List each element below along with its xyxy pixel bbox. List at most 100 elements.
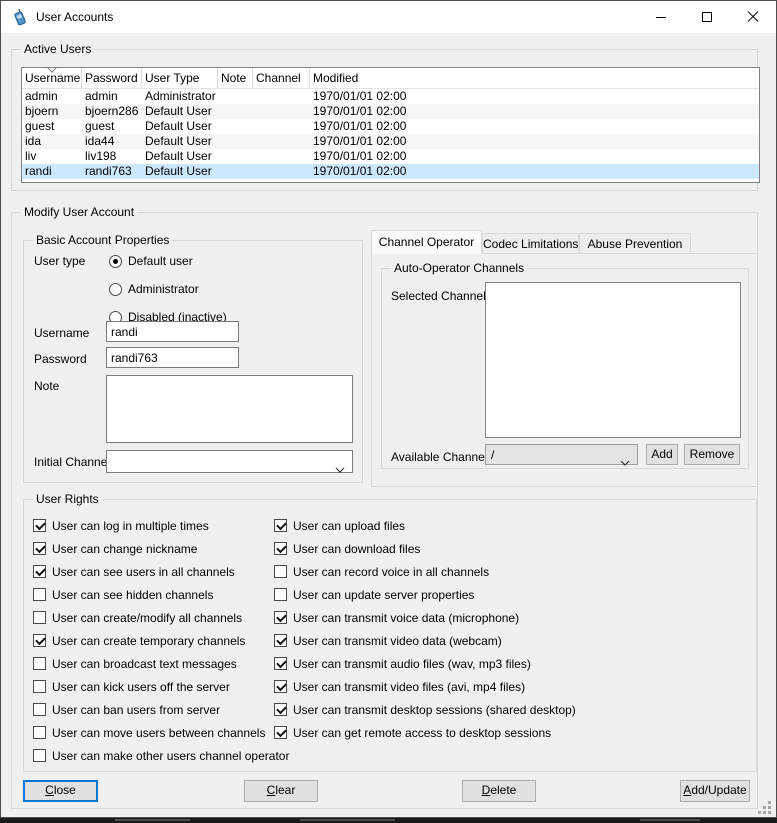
password-input[interactable] (106, 347, 239, 368)
checkbox-record-voice[interactable]: User can record voice in all channels (274, 564, 489, 579)
column-header-note[interactable]: Note (218, 68, 253, 88)
background-window-strip (0, 818, 777, 823)
checkbox-ban-users[interactable]: User can ban users from server (33, 702, 220, 717)
checkbox-icon (274, 542, 287, 555)
remove-button[interactable]: Remove (684, 444, 740, 465)
radio-label: Administrator (128, 282, 199, 296)
close-button[interactable]: Close (23, 780, 98, 802)
active-users-table[interactable]: Username Password User Type Note Channel… (21, 67, 760, 183)
checkbox-icon (274, 703, 287, 716)
checkbox-login-multiple-times[interactable]: User can log in multiple times (33, 518, 209, 533)
checkbox-make-channel-operator[interactable]: User can make other users channel operat… (33, 748, 289, 763)
cell-user-type: Default User (142, 119, 218, 134)
initial-channel-combobox[interactable] (106, 450, 353, 473)
table-row[interactable]: bjoern bjoern286 Default User 1970/01/01… (22, 104, 759, 119)
resize-grip[interactable] (758, 801, 772, 815)
radio-icon (109, 283, 122, 296)
cell-channel (253, 104, 310, 119)
cell-modified: 1970/01/01 02:00 (310, 134, 759, 149)
checkbox-icon (274, 588, 287, 601)
note-input[interactable] (106, 375, 353, 443)
column-header-password[interactable]: Password (82, 68, 142, 88)
titlebar[interactable]: User Accounts (1, 1, 776, 33)
checkbox-download-files[interactable]: User can download files (274, 541, 420, 556)
column-header-modified[interactable]: Modified (310, 68, 759, 88)
checkbox-transmit-desktop-sessions[interactable]: User can transmit desktop sessions (shar… (274, 702, 576, 717)
checkbox-label: User can ban users from server (52, 703, 220, 717)
clear-button-label: lear (275, 783, 295, 797)
checkbox-label: User can make other users channel operat… (52, 749, 289, 763)
checkbox-update-server-properties[interactable]: User can update server properties (274, 587, 474, 602)
checkbox-broadcast-text-messages[interactable]: User can broadcast text messages (33, 656, 237, 671)
checkbox-transmit-video-files[interactable]: User can transmit video files (avi, mp4 … (274, 679, 525, 694)
checkbox-move-users[interactable]: User can move users between channels (33, 725, 265, 740)
table-row[interactable]: liv liv198 Default User 1970/01/01 02:00 (22, 149, 759, 164)
clear-button[interactable]: Clear (244, 780, 318, 802)
tab-codec-limitations[interactable]: Codec Limitations (482, 233, 579, 254)
radio-administrator[interactable]: Administrator (109, 282, 199, 296)
checkbox-transmit-voice[interactable]: User can transmit voice data (microphone… (274, 610, 519, 625)
tab-abuse-prevention[interactable]: Abuse Prevention (579, 233, 691, 254)
checkbox-transmit-video-data[interactable]: User can transmit video data (webcam) (274, 633, 502, 648)
column-header-user-type[interactable]: User Type (142, 68, 218, 88)
cell-channel (253, 134, 310, 149)
add-button[interactable]: Add (646, 444, 678, 465)
checkbox-icon (33, 542, 46, 555)
checkbox-label: User can create/modify all channels (52, 611, 242, 625)
column-header-channel[interactable]: Channel (253, 68, 310, 88)
maximize-button[interactable] (684, 1, 730, 33)
user-accounts-dialog: User Accounts Active Users Username Pass… (0, 0, 777, 818)
table-row-selected[interactable]: randi randi763 Default User 1970/01/01 0… (22, 164, 759, 179)
delete-button[interactable]: Delete (462, 780, 536, 802)
checkbox-icon (274, 519, 287, 532)
checkbox-label: User can see hidden channels (52, 588, 213, 602)
checkbox-remote-access-desktop[interactable]: User can get remote access to desktop se… (274, 725, 551, 740)
cell-channel (253, 89, 310, 104)
checkbox-create-modify-all-channels[interactable]: User can create/modify all channels (33, 610, 242, 625)
app-icon (11, 9, 28, 26)
remove-button-label: Remove (690, 447, 735, 461)
basic-account-properties-group-label: Basic Account Properties (33, 234, 172, 247)
add-update-button[interactable]: Add/Update (680, 780, 750, 802)
cell-username: guest (22, 119, 82, 134)
tab-label: Codec Limitations (483, 237, 578, 251)
note-label: Note (34, 380, 59, 393)
selected-channels-listbox[interactable] (485, 282, 741, 438)
radio-default-user[interactable]: Default user (109, 254, 193, 268)
checkbox-create-temporary-channels[interactable]: User can create temporary channels (33, 633, 245, 648)
checkbox-label: User can transmit desktop sessions (shar… (293, 703, 576, 717)
active-users-group-label: Active Users (21, 43, 94, 56)
checkbox-icon (33, 519, 46, 532)
checkbox-change-nickname[interactable]: User can change nickname (33, 541, 197, 556)
cell-username: admin (22, 89, 82, 104)
checkbox-icon (33, 611, 46, 624)
table-row[interactable]: admin admin Administrator 1970/01/01 02:… (22, 89, 759, 104)
modify-user-account-group-label: Modify User Account (21, 206, 137, 219)
checkbox-see-users-all-channels[interactable]: User can see users in all channels (33, 564, 235, 579)
minimize-button[interactable] (638, 1, 684, 33)
tab-channel-operator[interactable]: Channel Operator (371, 230, 482, 254)
checkbox-icon (33, 657, 46, 670)
close-window-button[interactable] (730, 1, 776, 33)
checkbox-label: User can download files (293, 542, 420, 556)
tab-label: Abuse Prevention (588, 237, 683, 251)
checkbox-upload-files[interactable]: User can upload files (274, 518, 405, 533)
checkbox-label: User can broadcast text messages (52, 657, 237, 671)
close-icon (747, 11, 759, 23)
cell-channel (253, 119, 310, 134)
maximize-icon (702, 12, 712, 22)
checkbox-label: User can create temporary channels (52, 634, 245, 648)
available-channels-combobox[interactable]: / (485, 444, 638, 465)
checkbox-see-hidden-channels[interactable]: User can see hidden channels (33, 587, 213, 602)
checkbox-label: User can transmit video data (webcam) (293, 634, 502, 648)
cell-password: bjoern286 (82, 104, 142, 119)
table-row[interactable]: guest guest Default User 1970/01/01 02:0… (22, 119, 759, 134)
table-row[interactable]: ida ida44 Default User 1970/01/01 02:00 (22, 134, 759, 149)
checkbox-transmit-audio-files[interactable]: User can transmit audio files (wav, mp3 … (274, 656, 531, 671)
username-input[interactable] (106, 321, 239, 342)
checkbox-label: User can see users in all channels (52, 565, 235, 579)
cell-password: liv198 (82, 149, 142, 164)
checkbox-kick-users[interactable]: User can kick users off the server (33, 679, 230, 694)
checkbox-icon (33, 726, 46, 739)
checkbox-label: User can transmit voice data (microphone… (293, 611, 519, 625)
